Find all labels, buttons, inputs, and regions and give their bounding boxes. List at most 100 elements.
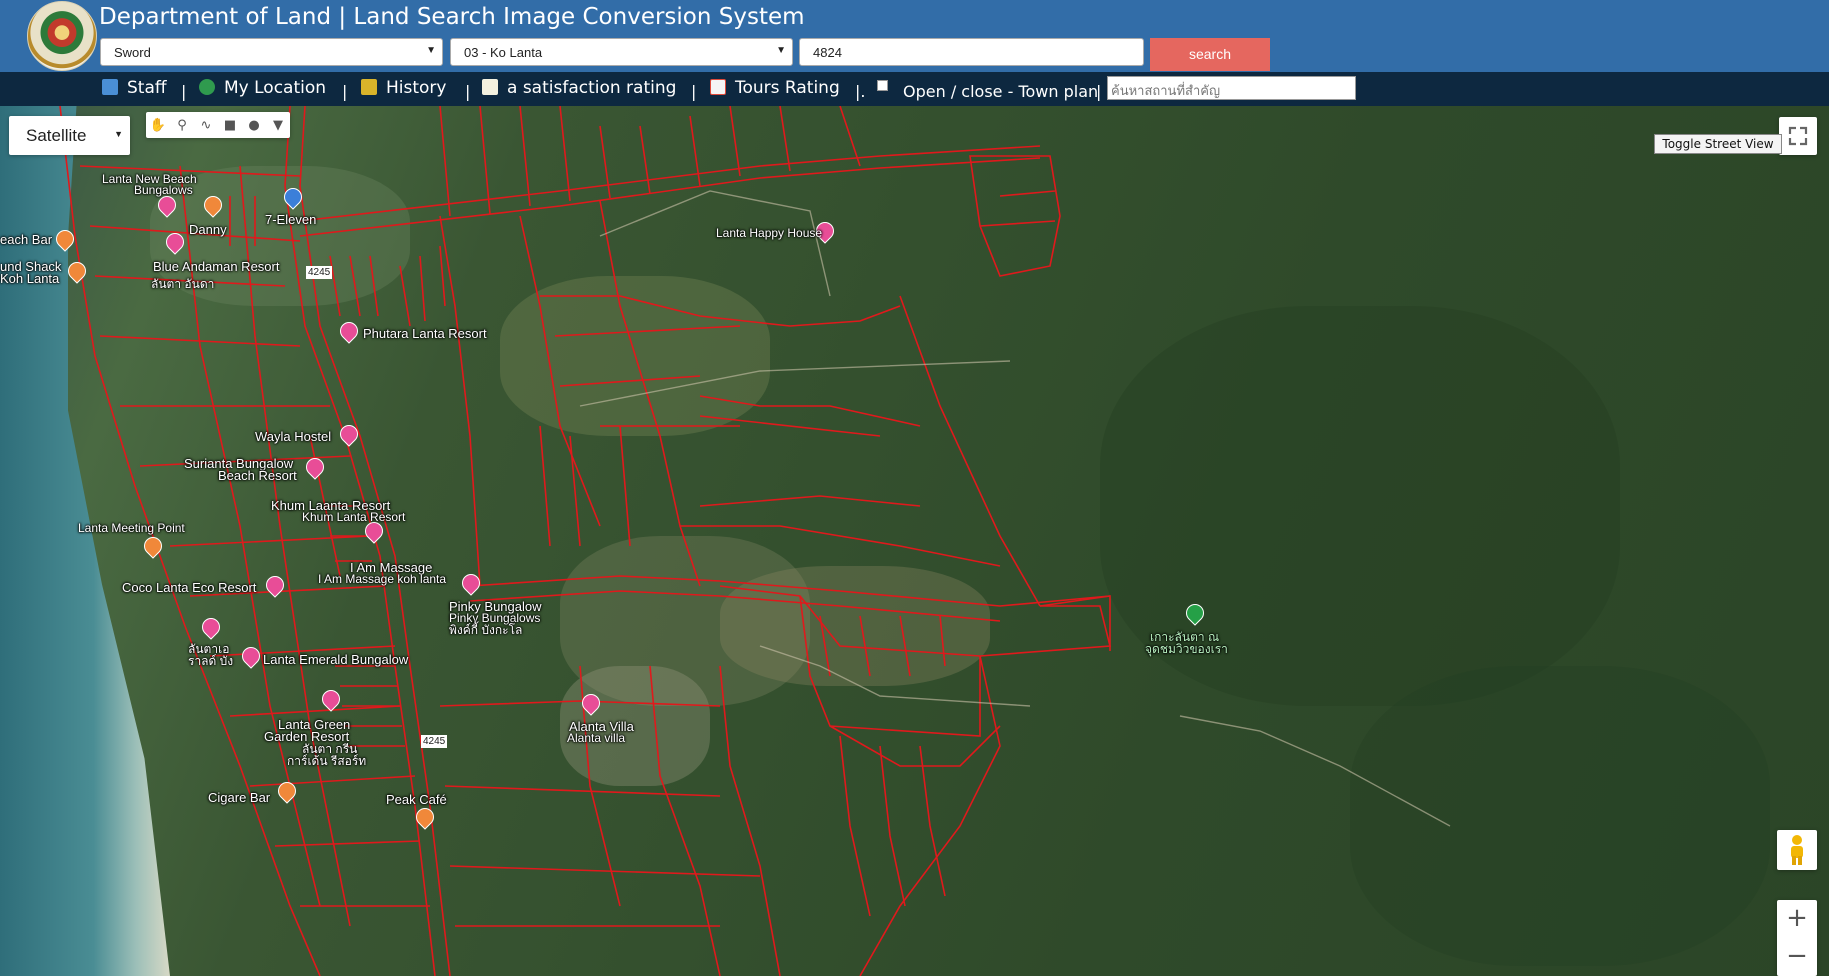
parcel-edge xyxy=(859,655,1001,976)
zoom-control: + − xyxy=(1777,900,1817,976)
pegman-icon xyxy=(1791,835,1803,865)
dirt-track xyxy=(599,190,831,297)
nav-staff-label: Staff xyxy=(127,78,167,98)
nav-satisfaction-label: a satisfaction rating xyxy=(507,78,677,98)
place-label: Danny xyxy=(189,222,227,237)
place-label: Cigare Bar xyxy=(208,790,271,805)
parcel-edge xyxy=(554,325,741,427)
district-select-value: 03 - Ko Lanta xyxy=(464,45,543,60)
satellite-map[interactable]: Lanta New Beach Bungalows Danny 7-Eleven… xyxy=(0,106,1829,976)
nav-separator: | xyxy=(181,82,187,101)
parcel-edge xyxy=(299,157,1041,237)
toggle-street-view-button[interactable]: Toggle Street View xyxy=(1654,134,1782,154)
nav-separator: | xyxy=(465,82,471,101)
nav-history[interactable]: History xyxy=(361,78,446,98)
parcel-edge xyxy=(439,106,861,217)
place-label: 7-Eleven xyxy=(265,212,317,227)
fullscreen-icon xyxy=(1788,126,1808,146)
fullscreen-button[interactable] xyxy=(1779,117,1817,155)
nav-bar: Staff | My Location | History | a satisf… xyxy=(0,72,1829,106)
parcel-edge xyxy=(439,200,701,587)
town-plan-checkbox[interactable] xyxy=(877,80,888,91)
place-label: การ์เด้น รีสอร์ท xyxy=(287,754,367,768)
parcel-edge xyxy=(469,590,1001,622)
landmark-search-input[interactable]: ค้นหาสถานที่สำคัญ xyxy=(1107,76,1356,100)
place-label: Khum Lanta Resort xyxy=(302,510,406,524)
hand-pan-icon[interactable]: ✋ xyxy=(146,112,170,138)
parcel-edge xyxy=(539,425,631,547)
place-label: Bungalows xyxy=(134,183,193,197)
nav-separator: | xyxy=(1096,82,1102,101)
rectangle-icon[interactable]: ■ xyxy=(218,112,242,138)
place-label: Blue Andaman Resort xyxy=(153,259,280,274)
nav-my-location[interactable]: My Location xyxy=(199,78,326,98)
nav-staff[interactable]: Staff xyxy=(102,78,167,98)
parcel-edge xyxy=(819,615,946,677)
polyline-icon[interactable]: ∿ xyxy=(194,112,218,138)
nav-separator: | xyxy=(691,82,697,101)
nav-separator: | xyxy=(342,82,348,101)
parcel-edge xyxy=(1039,595,1111,651)
place-label: ราลด์ บัง xyxy=(188,654,234,668)
parcel-edge xyxy=(540,295,901,327)
place-label: จุดชมวิวของเรา xyxy=(1145,642,1228,656)
polygon-icon[interactable]: ▼ xyxy=(266,112,290,138)
parcel-number-value: 4824 xyxy=(813,45,842,60)
province-select[interactable]: Sword ▼ xyxy=(100,38,443,66)
marker-icon[interactable]: ⚲ xyxy=(170,112,194,138)
drawing-toolbar: ✋ ⚲ ∿ ■ ● ▼ xyxy=(146,112,290,138)
chevron-down-icon: ▼ xyxy=(776,45,786,56)
place-label: Lanta Meeting Point xyxy=(78,521,185,535)
plant-icon xyxy=(361,79,377,95)
search-button[interactable]: search xyxy=(1150,38,1270,71)
place-label: พิงค์กี้ บังกะโล xyxy=(449,623,523,637)
place-label: Beach Resort xyxy=(218,468,297,483)
street-view-pegman[interactable] xyxy=(1777,830,1817,870)
chart-icon xyxy=(710,79,726,95)
memo-icon xyxy=(482,79,498,95)
place-label: Lanta Happy House xyxy=(716,226,823,240)
globe-icon xyxy=(199,79,215,95)
chevron-down-icon: ▼ xyxy=(114,129,123,139)
parcel-edge xyxy=(699,395,921,437)
place-label: Phutara Lanta Resort xyxy=(363,326,487,341)
place-label: Peak Café xyxy=(386,792,447,807)
map-type-select[interactable]: Satellite ▼ xyxy=(9,116,130,155)
parcel-number-input[interactable]: 4824 xyxy=(799,38,1144,66)
circle-icon[interactable]: ● xyxy=(242,112,266,138)
page-title: Department of Land | Land Search Image C… xyxy=(99,4,805,30)
nav-satisfaction-rating[interactable]: a satisfaction rating xyxy=(482,78,676,98)
place-label: Coco Lanta Eco Resort xyxy=(122,580,257,595)
parcel-edge xyxy=(839,735,946,917)
nav-town-plan-label: Open / close - Town plan xyxy=(903,82,1099,101)
parcel-edge xyxy=(799,595,1001,767)
road-badge: 4245 xyxy=(421,735,448,748)
app-header: Department of Land | Land Search Image C… xyxy=(0,0,1829,72)
nav-tours-rating[interactable]: Tours Rating xyxy=(710,78,840,98)
zoom-in-button[interactable]: + xyxy=(1777,900,1817,938)
nav-tours-label: Tours Rating xyxy=(735,78,840,98)
nav-separator: |. xyxy=(855,82,866,101)
staff-icon xyxy=(102,79,118,95)
dirt-track xyxy=(1179,715,1451,827)
place-label: ลันตา อันดา xyxy=(151,277,215,291)
nav-history-label: History xyxy=(386,78,447,98)
map-type-value: Satellite xyxy=(26,126,87,145)
nav-my-location-label: My Location xyxy=(224,78,327,98)
place-label: each Bar xyxy=(0,232,53,247)
parcel-edge xyxy=(719,585,1112,657)
parcel-edge xyxy=(680,495,1001,567)
place-label: I Am Massage koh lanta xyxy=(318,572,447,586)
chevron-down-icon: ▼ xyxy=(426,45,436,56)
district-select[interactable]: 03 - Ko Lanta ▼ xyxy=(450,38,793,66)
place-label: Alanta villa xyxy=(567,731,626,745)
province-select-value: Sword xyxy=(114,45,151,60)
place-label: Lanta Emerald Bungalow xyxy=(263,652,409,667)
parcel-edge xyxy=(969,155,1061,277)
parcel-edge xyxy=(579,665,781,976)
place-label: Koh Lanta xyxy=(0,271,60,286)
zoom-out-button[interactable]: − xyxy=(1777,938,1817,976)
department-seal-logo xyxy=(27,1,97,71)
parcel-boundaries-layer xyxy=(59,106,1451,976)
road-badge: 4245 xyxy=(306,266,333,279)
